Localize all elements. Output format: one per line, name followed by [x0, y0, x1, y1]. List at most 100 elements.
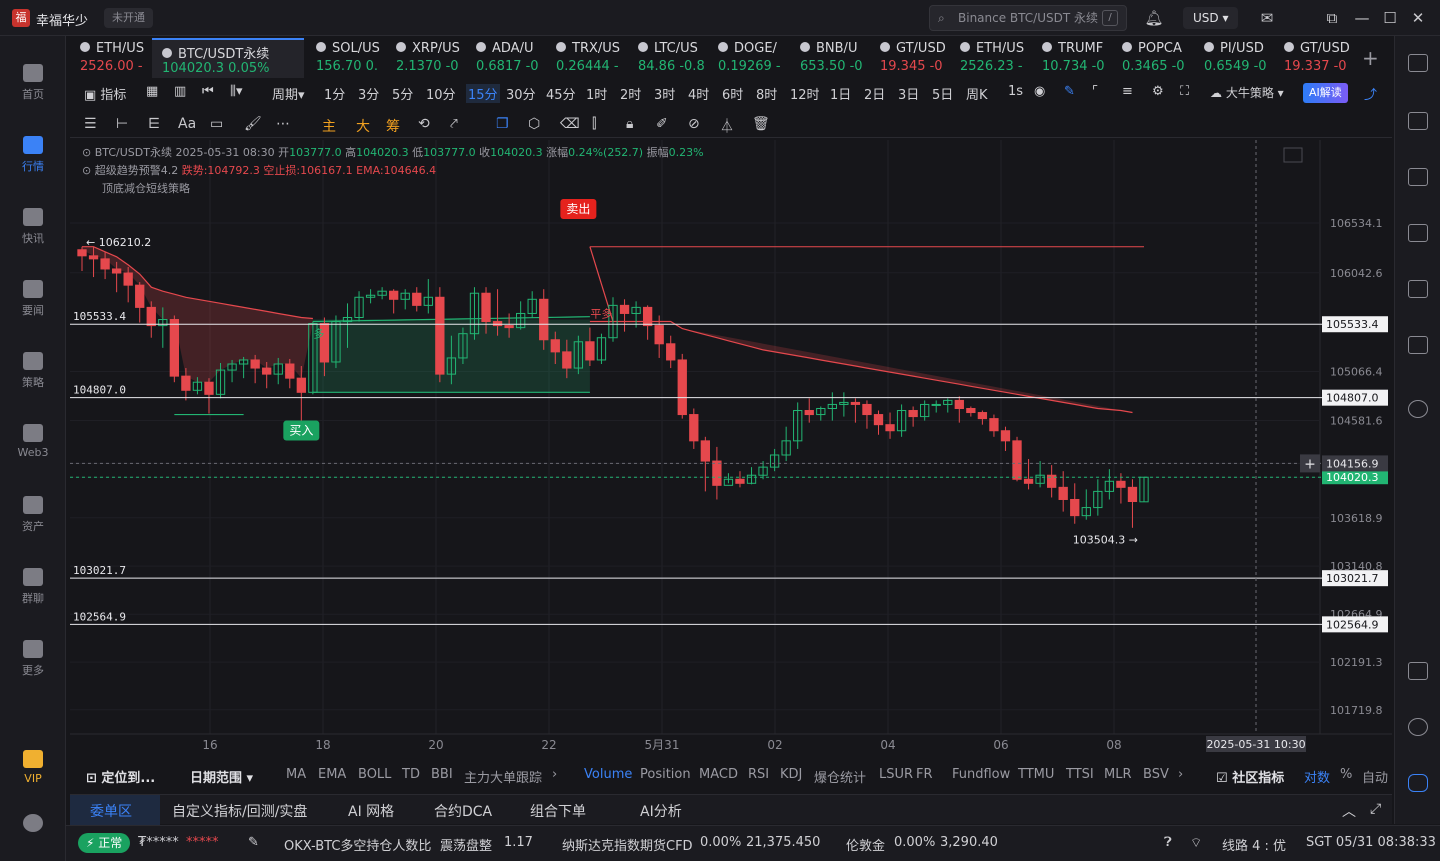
symbol-tab[interactable]: TRUMF 10.734 -0	[1032, 38, 1112, 78]
main-indicator-button[interactable]: 主力大单跟踪	[464, 767, 542, 786]
add-tab-button[interactable]: +	[1362, 46, 1379, 70]
candle-type-icon[interactable]: ⫼▾	[230, 84, 243, 99]
symbol-tab[interactable]: POPCA 0.3465 -0	[1112, 38, 1192, 78]
chevron-up-icon[interactable]: ︿	[1342, 801, 1356, 821]
layout-icon[interactable]	[1408, 662, 1428, 680]
calendar-icon[interactable]: ▦	[146, 84, 158, 99]
period-button[interactable]: 4时	[688, 84, 709, 103]
symbol-tab[interactable]: TRX/US 0.26444 -	[546, 38, 626, 78]
magnet-icon[interactable]: ⊘	[688, 116, 700, 132]
bell-icon[interactable]: 🔔︎	[1144, 8, 1164, 28]
locate-button[interactable]: ⊡ 定位到...	[86, 767, 155, 786]
big-order-button[interactable]: 大	[356, 116, 370, 136]
symbol-tab[interactable]: ETH/US 2526.00 -	[70, 38, 150, 78]
ratio-name[interactable]: OKX-BTC多空持仓人数比	[284, 835, 431, 854]
sub-indicators-scroll-icon[interactable]: ›	[1178, 767, 1183, 782]
chart-icon[interactable]	[1408, 224, 1428, 242]
nav-more[interactable]: 更多	[0, 640, 66, 678]
document-icon[interactable]	[1408, 112, 1428, 130]
period-button[interactable]: 15分	[466, 84, 500, 103]
indicators-scroll-icon[interactable]: ›	[552, 767, 557, 782]
camera-icon[interactable]: ◉	[1034, 84, 1045, 99]
horizontal-line-icon[interactable]: ⊢	[116, 116, 128, 132]
nav-home[interactable]: 首页	[0, 64, 66, 102]
period-button[interactable]: 6时	[722, 84, 743, 103]
nav-settings[interactable]	[0, 814, 66, 836]
lock-icon[interactable]: 🔒︎	[626, 116, 633, 132]
tab-ai-grid[interactable]: AI 网格	[348, 801, 394, 821]
edit-icon[interactable]: ✐	[656, 116, 668, 132]
nav-vip[interactable]: VIP	[0, 750, 66, 785]
symbol-tab[interactable]: GT/USD 19.337 -0	[1274, 38, 1354, 78]
nav-market[interactable]: 行情	[0, 136, 66, 174]
percent-scale-button[interactable]: %	[1340, 767, 1352, 782]
sub-indicator-button[interactable]: MLR	[1104, 767, 1132, 782]
expand-icon[interactable]: ⤢	[1370, 801, 1381, 817]
period-button[interactable]: 5分	[392, 84, 413, 103]
symbol-tab[interactable]: BNB/U 653.50 -0	[790, 38, 870, 78]
ai-interpret-button[interactable]: AI解读	[1303, 83, 1348, 103]
sub-indicator-button[interactable]: Volume	[584, 767, 632, 782]
crop-icon[interactable]: ⌜	[1092, 84, 1098, 99]
nav-web3[interactable]: Web3	[0, 424, 66, 459]
period-button[interactable]: 1时	[586, 84, 607, 103]
strategy-select[interactable]: ☁ 大牛策略 ▾	[1210, 84, 1284, 101]
more-tools-icon[interactable]: ⋯	[276, 116, 290, 132]
gear-icon[interactable]: ⚙	[1152, 84, 1164, 99]
symbol-tab[interactable]: BTC/USDT永续 104020.3 0.05%	[152, 38, 304, 78]
text-tool[interactable]: Aa	[178, 116, 196, 132]
close-icon[interactable]: ✕	[1408, 8, 1428, 28]
sub-indicator-button[interactable]: MACD	[699, 767, 738, 782]
period-button[interactable]: 3时	[654, 84, 675, 103]
period-button[interactable]: 3日	[898, 84, 919, 103]
indicator-button[interactable]: ▣ 指标	[84, 84, 126, 103]
filter-icon[interactable]: ⏃	[720, 116, 734, 136]
network-line[interactable]: 线路 4 : 优	[1222, 835, 1286, 854]
main-indicator-button[interactable]: MA	[286, 767, 306, 782]
candlestick-chart[interactable]: 16 18 20 22 5月31 02 04 06 08 106534.1 106042.6 1055…	[70, 140, 1392, 758]
nav-strategy[interactable]: 策略	[0, 352, 66, 390]
nav-assets[interactable]: 资产	[0, 496, 66, 534]
headset-icon[interactable]	[1408, 718, 1428, 736]
fullscreen-icon[interactable]: ⛶	[1180, 84, 1189, 99]
log-scale-button[interactable]: 对数	[1304, 767, 1330, 786]
nasdaq-name[interactable]: 纳斯达克指数期货CFD	[562, 835, 693, 854]
sub-indicator-button[interactable]: Fundflow	[952, 767, 1010, 782]
layout-grid-icon[interactable]: ▥	[174, 84, 186, 99]
community-indicators-button[interactable]: ☑ 社区指标	[1216, 767, 1284, 786]
bars-icon[interactable]: ⫿	[592, 116, 596, 132]
symbol-tab[interactable]: DOGE/0.19269 -	[708, 38, 788, 78]
subscription-status-badge[interactable]: 未开通	[104, 8, 153, 28]
sync-icon[interactable]: ⟲	[418, 116, 430, 132]
pencil-icon[interactable]: ✎	[1064, 84, 1075, 99]
tab-custom-indicator[interactable]: 自定义指标/回测/实盘	[172, 801, 307, 821]
mail-icon[interactable]: ✉	[1257, 8, 1277, 28]
symbol-tab[interactable]: PI/USD 0.6549 -0	[1194, 38, 1274, 78]
edit-icon[interactable]: ✎	[248, 835, 259, 850]
dollar-icon[interactable]	[1408, 168, 1428, 186]
period-button[interactable]: 30分	[506, 84, 536, 103]
fib-icon[interactable]: ⋿	[148, 116, 160, 132]
nav-chat[interactable]: 群聊	[0, 568, 66, 606]
global-search-input[interactable]: ⌕ Binance BTC/USDT 永续 /	[929, 5, 1127, 31]
list-icon[interactable]	[1408, 54, 1428, 72]
period-button[interactable]: 3分	[358, 84, 379, 103]
tab-combo-order[interactable]: 组合下单	[530, 801, 586, 821]
period-button[interactable]: 45分	[546, 84, 576, 103]
maximize-icon[interactable]: ☐	[1380, 8, 1400, 28]
date-range-select[interactable]: 日期范围 ▾	[190, 767, 253, 786]
period-button[interactable]: 8时	[756, 84, 777, 103]
popout-icon[interactable]: ⧉	[1322, 8, 1342, 28]
main-indicator-button[interactable]: BBI	[431, 767, 453, 782]
minimize-icon[interactable]: —	[1352, 8, 1372, 28]
eraser-icon[interactable]: ⌫	[560, 116, 580, 132]
sub-indicator-button[interactable]: TTMU	[1018, 767, 1054, 782]
trash-icon[interactable]: 🗑︎	[752, 116, 770, 132]
period-button[interactable]: 2时	[620, 84, 641, 103]
tab-ai-analysis[interactable]: AI分析	[640, 801, 682, 821]
main-indicator-button[interactable]: BOLL	[358, 767, 391, 782]
share-icon[interactable]: ⤴	[1364, 84, 1377, 103]
currency-select[interactable]: USD ▾	[1183, 7, 1239, 29]
monitor-icon[interactable]	[1408, 280, 1428, 298]
sub-indicator-button[interactable]: FR	[916, 767, 933, 782]
